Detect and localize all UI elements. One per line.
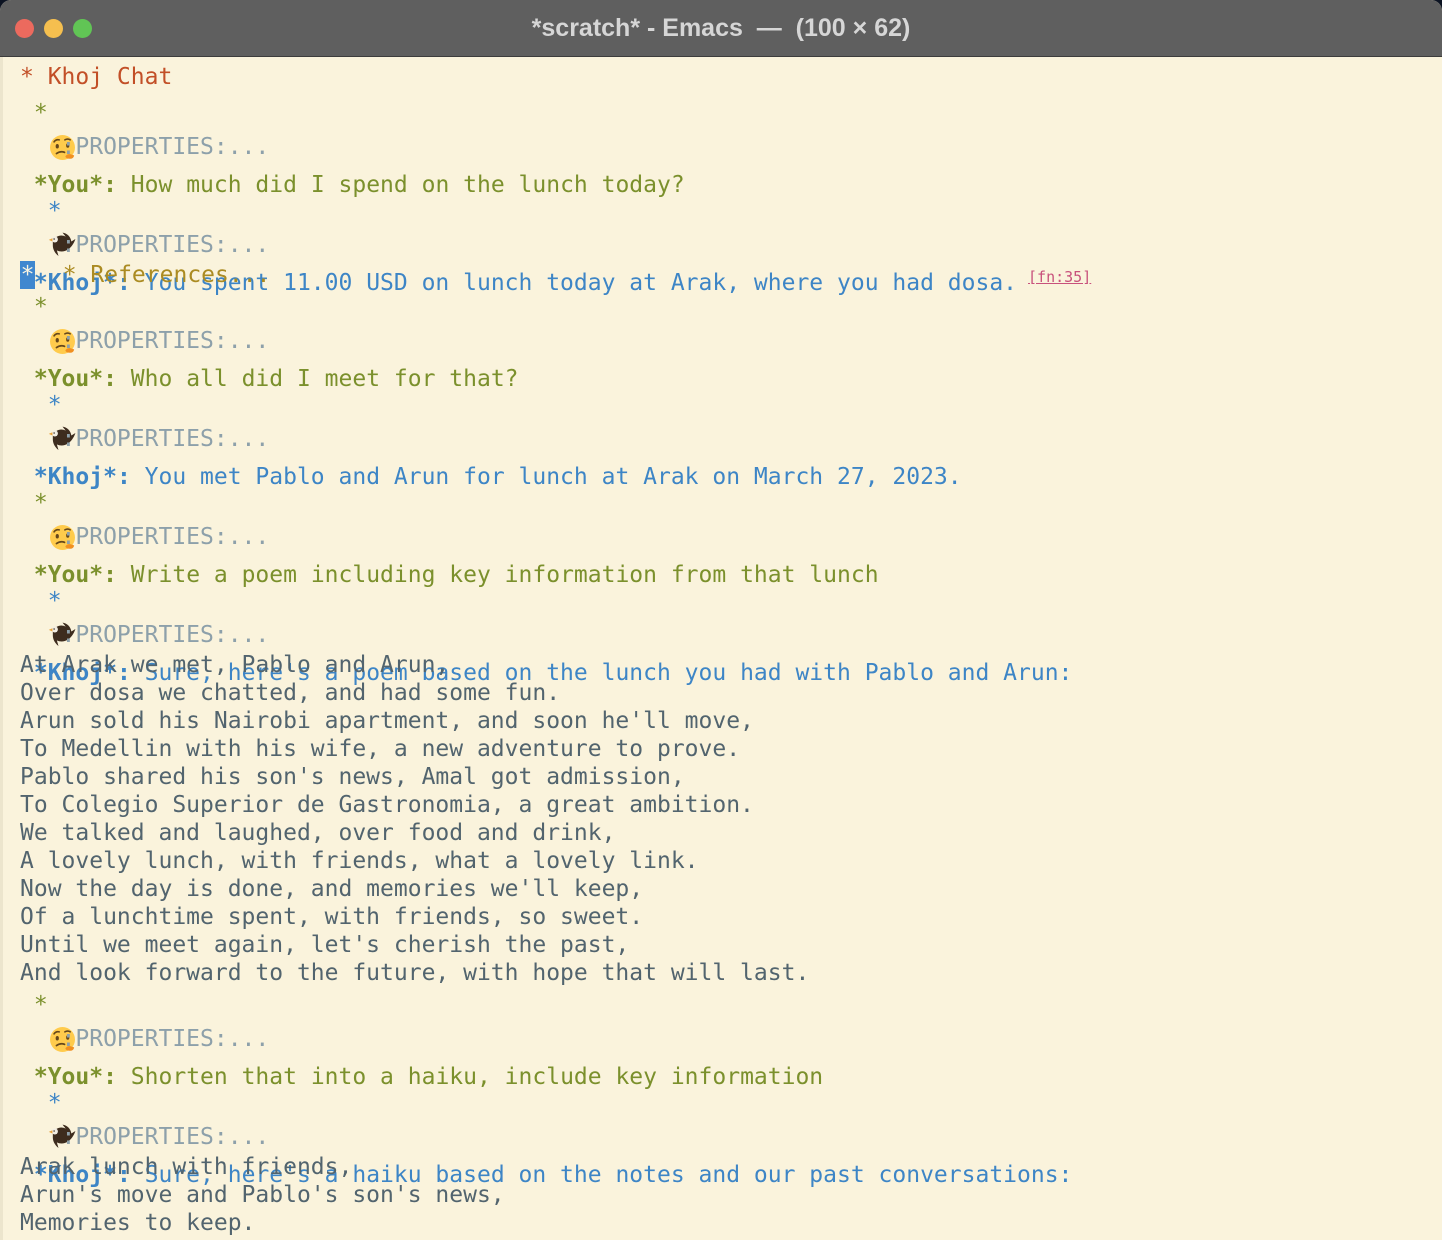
traffic-lights bbox=[15, 0, 92, 56]
buffer[interactable]: * Khoj Chat * *You*: How much did I spen… bbox=[0, 57, 1442, 1240]
message-body-line: We talked and laughed, over food and dri… bbox=[20, 819, 1442, 847]
title-bar: *scratch* - Emacs — (100 × 62) bbox=[0, 0, 1442, 57]
message-body-line: Of a lunchtime spent, with friends, so s… bbox=[20, 903, 1442, 931]
footnote-link[interactable]: [fn:35] bbox=[1028, 268, 1091, 286]
message-body-line: Now the day is done, and memories we'll … bbox=[20, 875, 1442, 903]
properties-drawer-line[interactable]: :PROPERTIES:... bbox=[20, 521, 1442, 553]
emacs-window: *scratch* - Emacs — (100 × 62) * Khoj Ch… bbox=[0, 0, 1442, 1240]
message-body-line: A lovely lunch, with friends, what a lov… bbox=[20, 847, 1442, 875]
message-body-line: Memories to keep. bbox=[20, 1209, 1442, 1237]
message-body-line: To Medellin with his wife, a new adventu… bbox=[20, 735, 1442, 763]
user-message-line: * *You*: How much did I spend on the lun… bbox=[20, 95, 1442, 131]
properties-drawer-line[interactable]: :PROPERTIES:... bbox=[20, 619, 1442, 651]
minimize-button[interactable] bbox=[44, 19, 63, 38]
close-button[interactable] bbox=[15, 19, 34, 38]
window-title: *scratch* - Emacs — (100 × 62) bbox=[532, 14, 911, 43]
message-body-line: Arun sold his Nairobi apartment, and soo… bbox=[20, 707, 1442, 735]
properties-drawer-line[interactable]: :PROPERTIES:... bbox=[20, 1121, 1442, 1153]
properties-drawer-line[interactable]: :PROPERTIES:... bbox=[20, 423, 1442, 455]
chat-title-line: * Khoj Chat bbox=[20, 59, 1442, 95]
zoom-button[interactable] bbox=[73, 19, 92, 38]
user-message-line: * *You*: Shorten that into a haiku, incl… bbox=[20, 987, 1442, 1023]
message-body-line: Pablo shared his son's news, Amal got ad… bbox=[20, 763, 1442, 791]
message-body-line: Until we meet again, let's cherish the p… bbox=[20, 931, 1442, 959]
properties-drawer-line[interactable]: :PROPERTIES:... bbox=[20, 229, 1442, 261]
properties-drawer-line[interactable]: :PROPERTIES:... bbox=[20, 325, 1442, 357]
properties-drawer-line[interactable]: :PROPERTIES:... bbox=[20, 131, 1442, 163]
properties-drawer-line[interactable]: :PROPERTIES:... bbox=[20, 1023, 1442, 1055]
text-cursor: * bbox=[20, 261, 35, 289]
message-body-line: To Colegio Superior de Gastronomia, a gr… bbox=[20, 791, 1442, 819]
message-body-line: And look forward to the future, with hop… bbox=[20, 959, 1442, 987]
